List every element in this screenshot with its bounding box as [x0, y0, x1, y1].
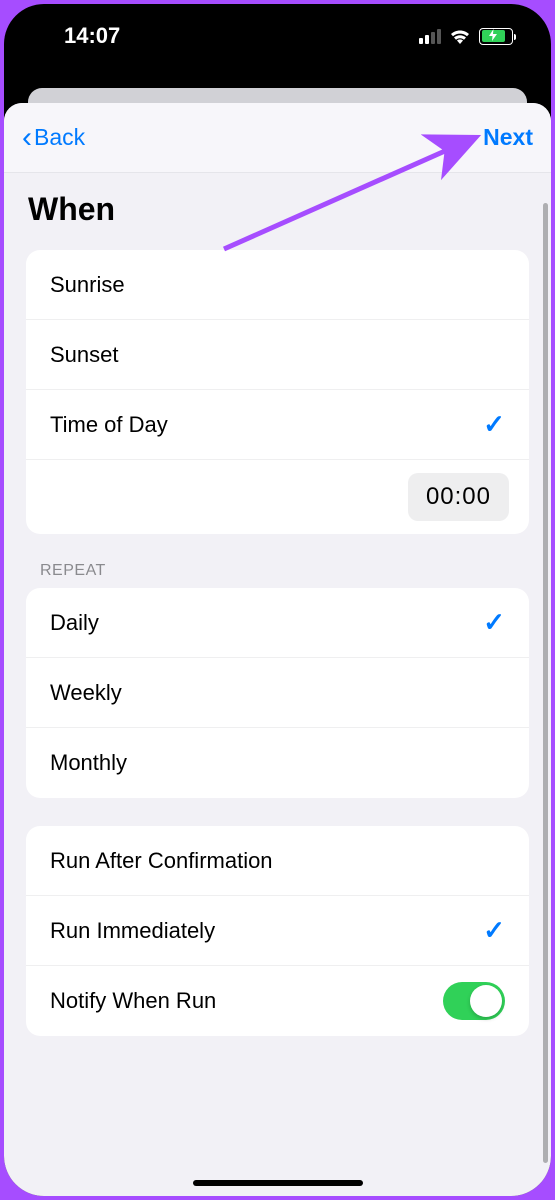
- status-icons: [419, 28, 513, 45]
- battery-charging-icon: [479, 28, 513, 45]
- option-label: Time of Day: [50, 412, 168, 438]
- bolt-icon: [489, 29, 497, 44]
- option-label: Run Immediately: [50, 918, 215, 944]
- repeat-header: REPEAT: [40, 562, 529, 580]
- checkmark-icon: ✓: [483, 915, 505, 946]
- repeat-card: Daily ✓ Weekly Monthly: [26, 588, 529, 798]
- when-card: Sunrise Sunset Time of Day ✓ 00:00: [26, 250, 529, 534]
- option-monthly[interactable]: Monthly: [26, 728, 529, 798]
- option-label: Run After Confirmation: [50, 848, 273, 874]
- option-sunset[interactable]: Sunset: [26, 320, 529, 390]
- option-sunrise[interactable]: Sunrise: [26, 250, 529, 320]
- checkmark-icon: ✓: [483, 409, 505, 440]
- time-picker-button[interactable]: 00:00: [408, 473, 509, 521]
- option-time-of-day[interactable]: Time of Day ✓: [26, 390, 529, 460]
- back-label: Back: [34, 124, 85, 151]
- content: When Sunrise Sunset Time of Day ✓ 00:00: [4, 191, 551, 1036]
- option-label: Monthly: [50, 750, 127, 776]
- notify-toggle[interactable]: [443, 982, 505, 1020]
- run-card: Run After Confirmation Run Immediately ✓…: [26, 826, 529, 1036]
- page-title: When: [28, 191, 529, 228]
- status-bar: 14:07: [4, 4, 551, 68]
- scroll-indicator[interactable]: [543, 203, 548, 1163]
- option-run-immediately[interactable]: Run Immediately ✓: [26, 896, 529, 966]
- sheet-stack: ‹ Back Next When Sunrise Sunset Time of …: [4, 88, 551, 1196]
- cellular-signal-icon: [419, 28, 441, 44]
- chevron-left-icon: ‹: [22, 123, 32, 153]
- option-label: Sunset: [50, 342, 119, 368]
- home-indicator[interactable]: [193, 1180, 363, 1186]
- wifi-icon: [449, 28, 471, 44]
- next-button[interactable]: Next: [483, 124, 533, 151]
- time-value-row: 00:00: [26, 460, 529, 534]
- option-daily[interactable]: Daily ✓: [26, 588, 529, 658]
- modal-sheet: ‹ Back Next When Sunrise Sunset Time of …: [4, 103, 551, 1196]
- option-weekly[interactable]: Weekly: [26, 658, 529, 728]
- phone-frame: 14:07: [4, 4, 551, 1196]
- option-label: Weekly: [50, 680, 122, 706]
- status-time: 14:07: [64, 23, 120, 49]
- back-button[interactable]: ‹ Back: [22, 123, 85, 153]
- checkmark-icon: ✓: [483, 607, 505, 638]
- option-notify-when-run[interactable]: Notify When Run: [26, 966, 529, 1036]
- option-run-after-confirmation[interactable]: Run After Confirmation: [26, 826, 529, 896]
- navigation-bar: ‹ Back Next: [4, 103, 551, 173]
- option-label: Daily: [50, 610, 99, 636]
- toggle-knob: [470, 985, 502, 1017]
- option-label: Sunrise: [50, 272, 125, 298]
- option-label: Notify When Run: [50, 988, 216, 1014]
